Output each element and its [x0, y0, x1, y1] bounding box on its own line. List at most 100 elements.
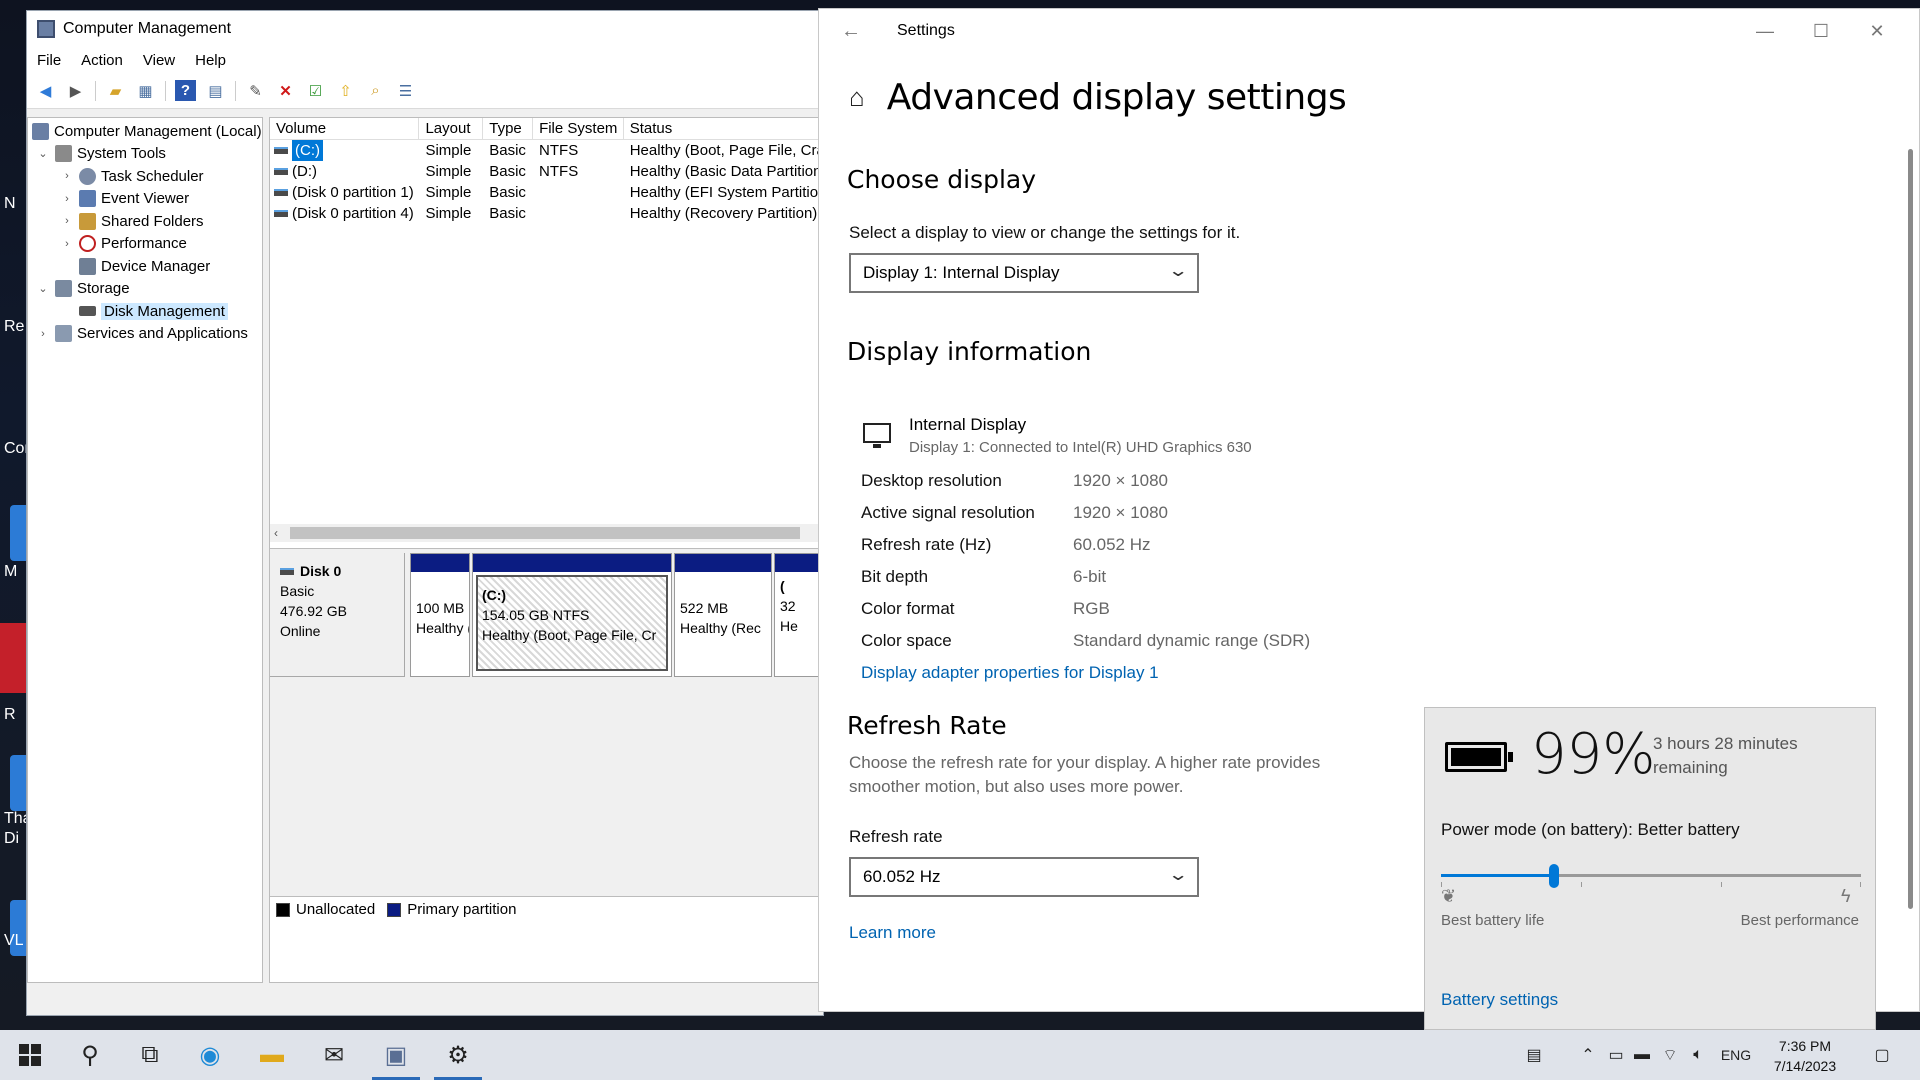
menu-action[interactable]: Action — [81, 52, 123, 69]
partition-c[interactable]: (C:) 154.05 GB NTFS Healthy (Boot, Page … — [472, 553, 672, 677]
menu-file[interactable]: File — [37, 52, 61, 69]
tree-item-storage[interactable]: ⌄ Storage — [28, 278, 262, 301]
tree-item-device-manager[interactable]: Device Manager — [28, 255, 262, 278]
action-center-button[interactable]: ▢ — [1862, 1030, 1902, 1080]
info-value: 60.052 Hz — [1073, 535, 1151, 554]
settings-list-icon[interactable]: ☰ — [395, 80, 416, 101]
drive-icon — [274, 168, 288, 175]
chevron-right-icon[interactable]: › — [60, 170, 74, 182]
chevron-right-icon[interactable]: › — [60, 193, 74, 205]
meet-now-button[interactable]: ▭ — [1604, 1030, 1628, 1080]
settings-taskbar-button[interactable]: ⚙ — [428, 1030, 488, 1080]
minimize-icon[interactable]: — — [1737, 9, 1793, 53]
chevron-down-icon[interactable]: ⌄ — [36, 282, 50, 295]
forward-arrow-icon[interactable]: ▶ — [65, 80, 86, 101]
tree-item-system-tools[interactable]: ⌄ System Tools — [28, 143, 262, 166]
desktop-icon-label[interactable]: VL — [4, 932, 24, 950]
learn-more-link[interactable]: Learn more — [849, 923, 936, 943]
back-arrow-icon[interactable]: ◀ — [35, 80, 56, 101]
tree-item-task-scheduler[interactable]: › Task Scheduler — [28, 165, 262, 188]
upload-icon[interactable]: ⇧ — [335, 80, 356, 101]
column-header-volume[interactable]: Volume — [270, 118, 420, 139]
info-row: Color format RGB — [861, 599, 1110, 619]
show-hide-tree-icon[interactable]: ▦ — [135, 80, 156, 101]
tree-item-disk-management[interactable]: Disk Management — [28, 300, 262, 323]
maximize-icon[interactable]: ☐ — [1793, 9, 1849, 53]
desktop-icon-label[interactable]: Re — [4, 318, 24, 336]
vertical-scrollbar[interactable] — [1908, 149, 1913, 909]
computer-management-taskbar-button[interactable]: ▣ — [366, 1030, 426, 1080]
partition-size: 32 — [780, 598, 796, 614]
properties-icon[interactable]: ▤ — [205, 80, 226, 101]
cm-title-bar[interactable]: Computer Management — [27, 11, 823, 47]
taskbar-clock[interactable]: 7:36 PM 7/14/2023 — [1760, 1036, 1850, 1076]
column-header-layout[interactable]: Layout — [419, 118, 484, 139]
desktop-icon-label[interactable]: Di — [4, 830, 19, 848]
chevron-down-icon[interactable]: ⌄ — [36, 147, 50, 160]
partition-d[interactable]: ( 32 He — [774, 553, 822, 677]
check-icon[interactable]: ☑ — [305, 80, 326, 101]
horizontal-scrollbar[interactable]: ‹ — [270, 524, 822, 542]
back-arrow-icon[interactable]: ← — [819, 20, 883, 43]
menu-view[interactable]: View — [143, 52, 175, 69]
tree-item-label: Event Viewer — [101, 190, 190, 208]
battery-settings-link[interactable]: Battery settings — [1441, 990, 1558, 1010]
file-explorer-taskbar-button[interactable]: ▬ — [242, 1030, 302, 1080]
slider-thumb[interactable] — [1549, 864, 1559, 888]
refresh-rate-label: Refresh rate — [849, 827, 943, 846]
slider-tick — [1581, 882, 1582, 887]
tree-item-shared-folders[interactable]: › Shared Folders — [28, 210, 262, 233]
display-select[interactable]: Display 1: Internal Display ⌄ — [849, 253, 1199, 293]
volume-file-system — [533, 203, 624, 224]
settings-title-bar[interactable]: ← Settings — ☐ ✕ — [819, 9, 1919, 53]
start-button[interactable] — [0, 1030, 60, 1080]
input-language-button[interactable]: ENG — [1716, 1030, 1756, 1080]
desktop-app-icon[interactable] — [10, 505, 26, 561]
connect-icon[interactable]: ✎ — [245, 80, 266, 101]
table-row[interactable]: (Disk 0 partition 4) Simple Basic Health… — [270, 203, 822, 224]
chevron-right-icon[interactable]: › — [60, 215, 74, 227]
chevron-right-icon[interactable]: › — [60, 238, 74, 250]
mail-taskbar-button[interactable]: ✉ — [304, 1030, 364, 1080]
battery-tray-button[interactable]: ▬ — [1630, 1030, 1654, 1080]
table-row[interactable]: (Disk 0 partition 1) Simple Basic Health… — [270, 182, 822, 203]
desktop-app-icon[interactable] — [10, 755, 26, 811]
help-icon[interactable]: ? — [175, 80, 196, 101]
desktop-icon-label[interactable]: M — [4, 563, 17, 581]
column-header-status[interactable]: Status — [624, 118, 822, 139]
close-icon[interactable]: ✕ — [1849, 9, 1905, 53]
edge-taskbar-button[interactable]: ◉ — [180, 1030, 240, 1080]
column-header-type[interactable]: Type — [483, 118, 534, 139]
delete-icon[interactable]: ✕ — [275, 80, 296, 101]
search-button[interactable]: ⚲ — [60, 1030, 120, 1080]
up-folder-icon[interactable]: ▰ — [105, 80, 126, 101]
display-adapter-properties-link[interactable]: Display adapter properties for Display 1 — [861, 663, 1159, 683]
news-widget-button[interactable]: ▤ — [1514, 1030, 1554, 1080]
home-icon[interactable]: ⌂ — [849, 82, 865, 113]
volume-tray-button[interactable]: 🔈︎ — [1686, 1030, 1710, 1080]
show-hidden-icons-button[interactable]: ⌃ — [1576, 1030, 1600, 1080]
disk-info-panel[interactable]: Disk 0 Basic 476.92 GB Online — [270, 553, 405, 677]
network-tray-button[interactable]: ⌔ — [1658, 1030, 1682, 1080]
tree-item-root[interactable]: Computer Management (Local) — [28, 120, 262, 143]
scrollbar-thumb[interactable] — [290, 527, 800, 539]
task-view-button[interactable]: ⧉ — [120, 1030, 180, 1080]
tree-item-event-viewer[interactable]: › Event Viewer — [28, 188, 262, 211]
chevron-right-icon[interactable]: › — [36, 328, 50, 340]
refresh-rate-select[interactable]: 60.052 Hz ⌄ — [849, 857, 1199, 897]
column-header-file-system[interactable]: File System — [533, 118, 624, 139]
menu-help[interactable]: Help — [195, 52, 226, 69]
scroll-left-icon[interactable]: ‹ — [274, 524, 278, 542]
desktop-icon-label[interactable]: N — [4, 195, 16, 213]
partition-recovery[interactable]: 522 MB Healthy (Rec — [674, 553, 772, 677]
search-icon[interactable]: ⌕ — [365, 80, 386, 101]
tree-item-services[interactable]: › Services and Applications — [28, 323, 262, 346]
partition-efi[interactable]: 100 MB Healthy ( — [410, 553, 470, 677]
table-row[interactable]: (C:) Simple Basic NTFS Healthy (Boot, Pa… — [270, 140, 822, 161]
power-mode-slider[interactable] — [1441, 864, 1861, 888]
table-row[interactable]: (D:) Simple Basic NTFS Healthy (Basic Da… — [270, 161, 822, 182]
desktop-icon-label[interactable]: R — [4, 706, 16, 724]
tree-item-performance[interactable]: › Performance — [28, 233, 262, 256]
power-mode-label: Power mode (on battery): Better battery — [1441, 820, 1740, 839]
desktop-app-icon[interactable] — [0, 623, 26, 693]
